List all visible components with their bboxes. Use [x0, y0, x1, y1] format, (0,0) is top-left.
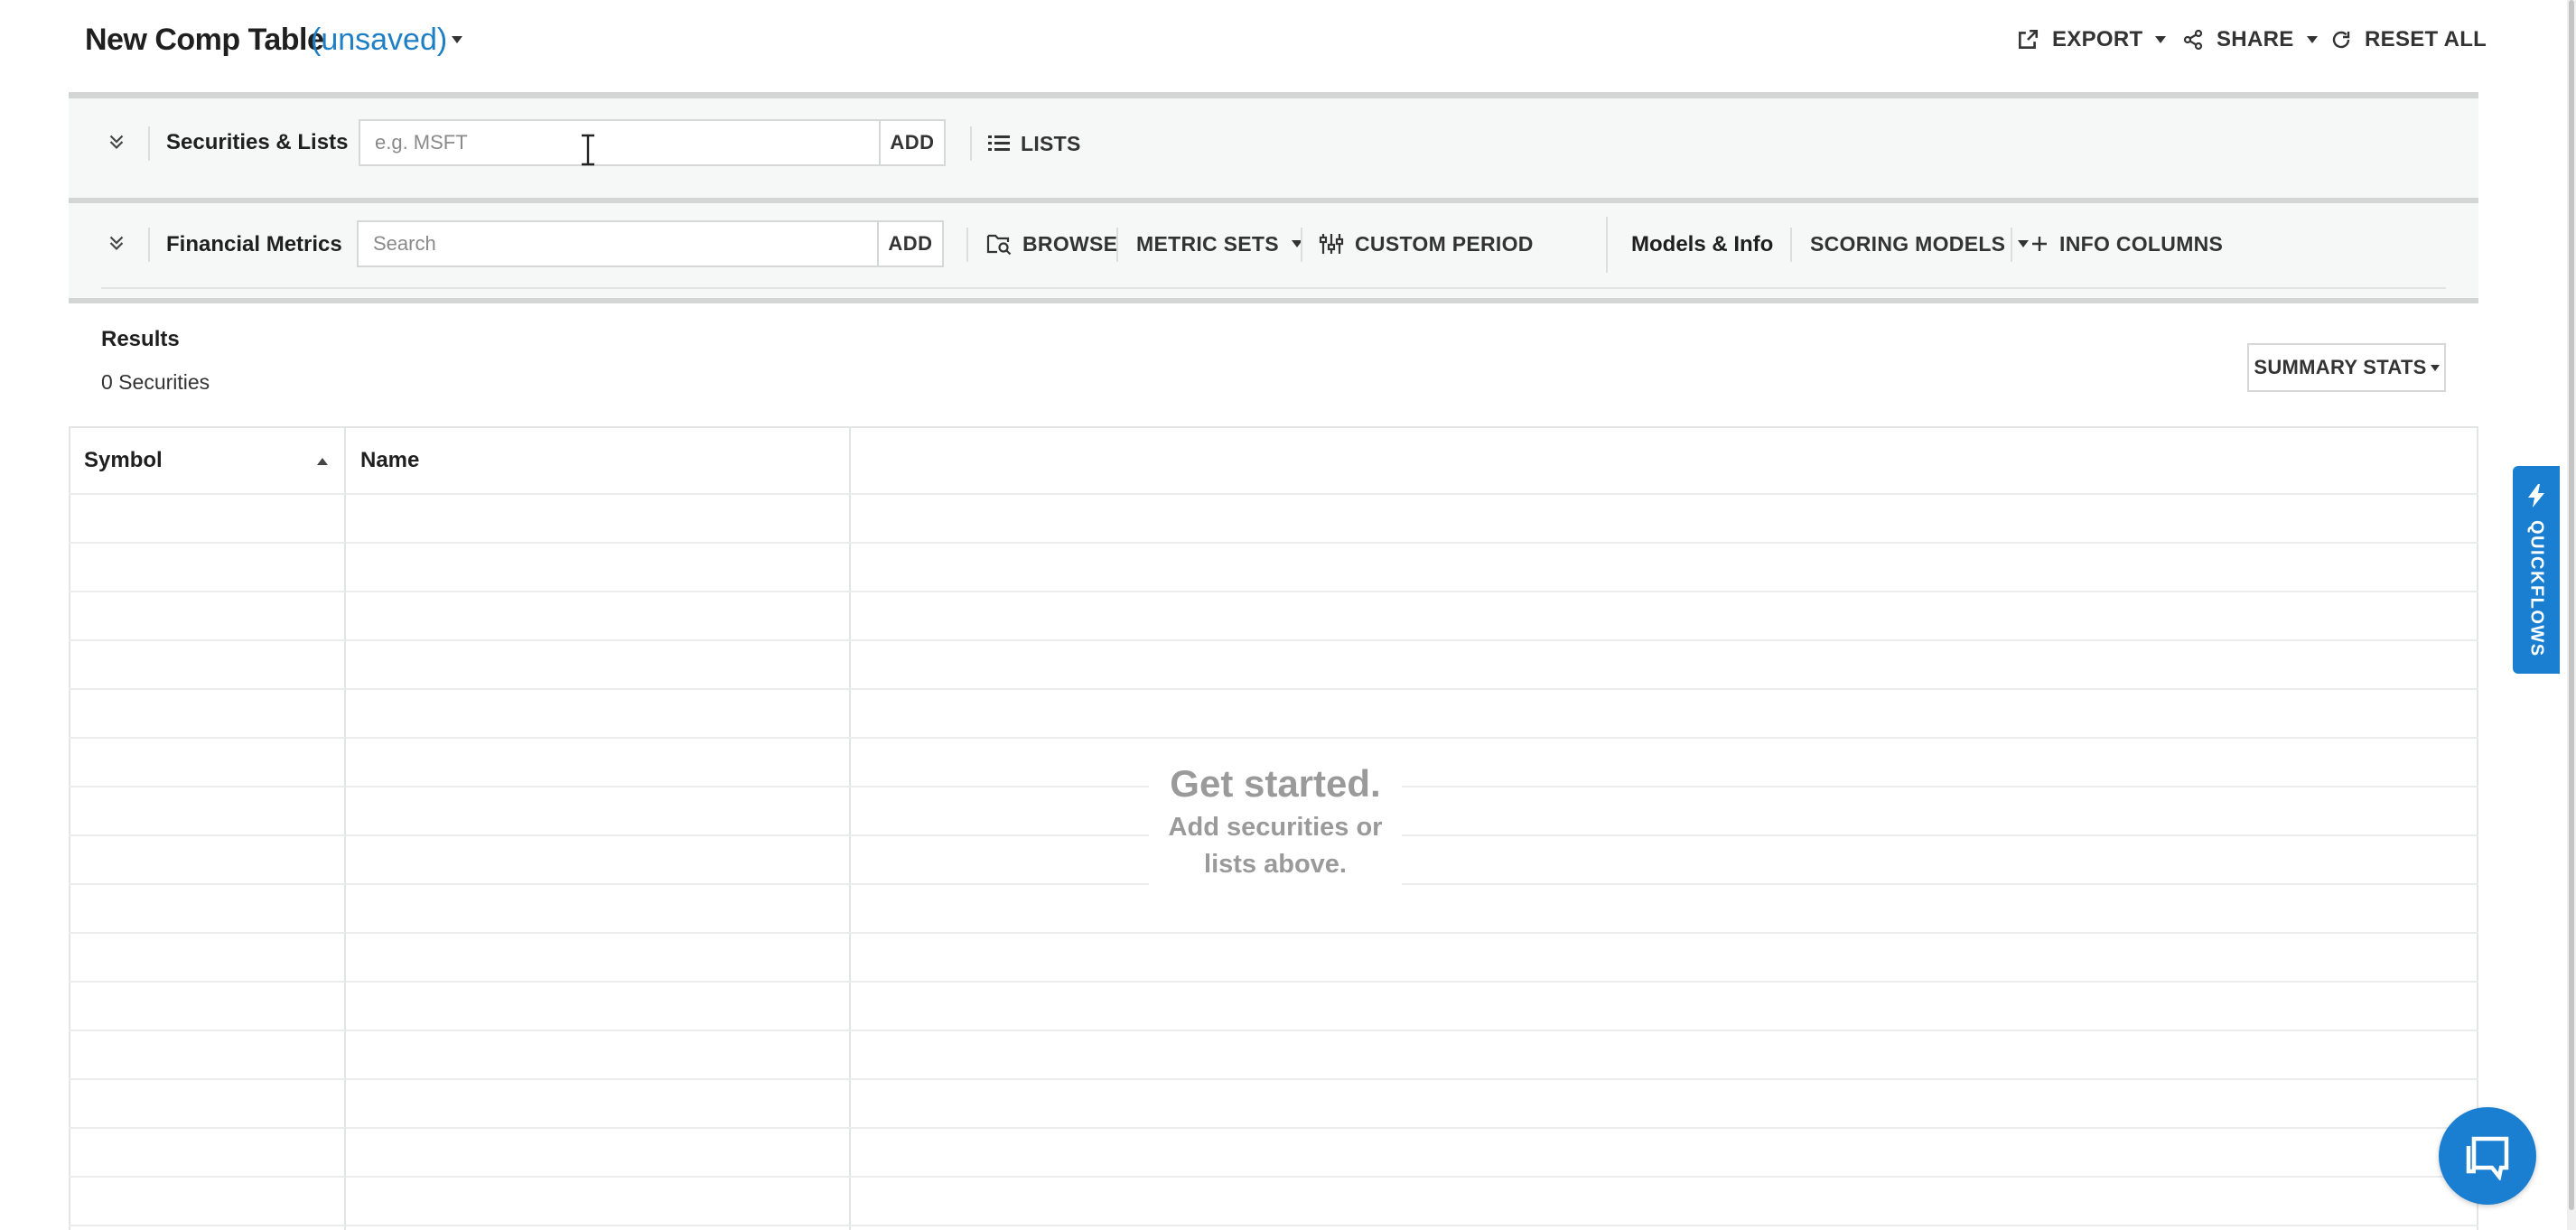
- table-row-divider: [69, 1078, 2478, 1080]
- divider: [1606, 217, 1608, 273]
- empty-state-line1: Add securities or: [1168, 813, 1383, 842]
- metric-sets-label: METRIC SETS: [1136, 231, 1279, 256]
- lists-label: LISTS: [1021, 131, 1081, 155]
- scoring-models-caret-icon: [2018, 240, 2030, 247]
- plus-icon: [2032, 237, 2047, 251]
- metrics-label: Financial Metrics: [166, 232, 342, 256]
- table-row-divider: [69, 688, 2478, 690]
- add-security-button[interactable]: ADD: [879, 121, 944, 164]
- divider: [966, 228, 968, 262]
- lightning-icon: [2528, 484, 2544, 508]
- reset-all-label: RESET ALL: [2365, 27, 2487, 51]
- page-title: New Comp Table: [85, 23, 324, 57]
- share-label: SHARE: [2217, 27, 2294, 51]
- divider: [1790, 228, 1792, 262]
- securities-label: Securities & Lists: [166, 130, 349, 154]
- results-count: 0 Securities: [101, 370, 210, 394]
- column-header-name[interactable]: Name: [360, 448, 419, 473]
- folder-search-icon: [986, 234, 1012, 256]
- browse-label: BROWSE: [1022, 231, 1118, 256]
- sort-ascending-icon[interactable]: [317, 458, 328, 465]
- table-row-divider: [69, 737, 2478, 739]
- table-row-divider: [69, 1176, 2478, 1178]
- table-row-divider: [69, 932, 2478, 934]
- column-divider[interactable]: [849, 428, 851, 1230]
- panel-divider: [69, 92, 2478, 98]
- collapse-securities-icon[interactable]: [105, 130, 128, 158]
- reset-all-button[interactable]: RESET ALL: [2330, 23, 2487, 56]
- chat-button[interactable]: [2439, 1107, 2536, 1205]
- sliders-icon: [1319, 234, 1344, 254]
- empty-state-line2: lists above.: [1204, 850, 1347, 879]
- divider: [2011, 228, 2012, 262]
- table-row-divider: [69, 981, 2478, 983]
- info-columns-button[interactable]: INFO COLUMNS: [2030, 226, 2223, 262]
- list-icon: [988, 135, 1010, 151]
- metrics-input-group: ADD: [357, 220, 944, 267]
- share-icon: [2183, 29, 2203, 51]
- collapse-metrics-icon[interactable]: [105, 231, 128, 259]
- summary-stats-label: SUMMARY STATS: [2254, 356, 2427, 378]
- empty-state: Get started. Add securities or lists abo…: [1149, 759, 1402, 885]
- browse-button[interactable]: BROWSE: [986, 226, 1117, 262]
- securities-search-input[interactable]: [360, 120, 879, 165]
- table-row-divider: [69, 639, 2478, 641]
- divider: [970, 126, 972, 161]
- chat-bubble-icon: [2466, 1136, 2509, 1180]
- quickflows-label: QUICKFLOWS: [2526, 520, 2547, 657]
- divider: [148, 126, 150, 161]
- info-columns-label: INFO COLUMNS: [2059, 231, 2224, 256]
- external-link-icon: [2019, 29, 2039, 49]
- table-row-divider: [69, 542, 2478, 544]
- table-row-divider: [69, 493, 2478, 495]
- share-button[interactable]: SHARE: [2182, 23, 2318, 56]
- scoring-models-label: SCORING MODELS: [1810, 231, 2006, 256]
- quickflows-tab[interactable]: QUICKFLOWS: [2513, 466, 2560, 674]
- empty-state-title: Get started.: [1170, 762, 1381, 805]
- column-header-symbol[interactable]: Symbol: [84, 448, 163, 473]
- title-dropdown-caret-icon[interactable]: [452, 36, 462, 43]
- scoring-models-button[interactable]: SCORING MODELS: [1810, 226, 2030, 262]
- results-label: Results: [101, 327, 180, 351]
- divider: [148, 228, 150, 262]
- metrics-row-underline: [101, 287, 2446, 289]
- export-caret-icon: [2155, 36, 2167, 43]
- add-metric-button[interactable]: ADD: [877, 222, 942, 266]
- models-info-label: Models & Info: [1631, 232, 1774, 256]
- page-scrollbar-thumb[interactable]: [2569, 0, 2574, 1210]
- export-label: EXPORT: [2052, 27, 2143, 51]
- export-button[interactable]: EXPORT: [2016, 23, 2167, 56]
- metric-sets-button[interactable]: METRIC SETS: [1136, 226, 1302, 262]
- text-cursor-icon: [578, 134, 598, 171]
- metrics-search-input[interactable]: [359, 221, 877, 266]
- table-row-divider: [69, 1225, 2478, 1226]
- summary-stats-caret-icon: [2430, 364, 2440, 371]
- table-row-divider: [69, 591, 2478, 592]
- lists-button[interactable]: LISTS: [988, 126, 1081, 162]
- unsaved-status[interactable]: (unsaved): [311, 18, 447, 61]
- share-caret-icon: [2306, 36, 2318, 43]
- table-row-divider: [69, 1127, 2478, 1129]
- table-row-divider: [69, 1030, 2478, 1031]
- summary-stats-button[interactable]: SUMMARY STATS: [2247, 343, 2446, 392]
- reset-icon: [2332, 31, 2350, 49]
- column-divider[interactable]: [344, 428, 346, 1230]
- securities-input-group: ADD: [359, 119, 946, 166]
- custom-period-label: CUSTOM PERIOD: [1355, 231, 1534, 256]
- custom-period-button[interactable]: CUSTOM PERIOD: [1319, 226, 1534, 262]
- table-header-top-border: [69, 426, 2478, 428]
- divider: [1301, 228, 1302, 262]
- divider: [1116, 228, 1118, 262]
- panel-divider: [69, 298, 2478, 303]
